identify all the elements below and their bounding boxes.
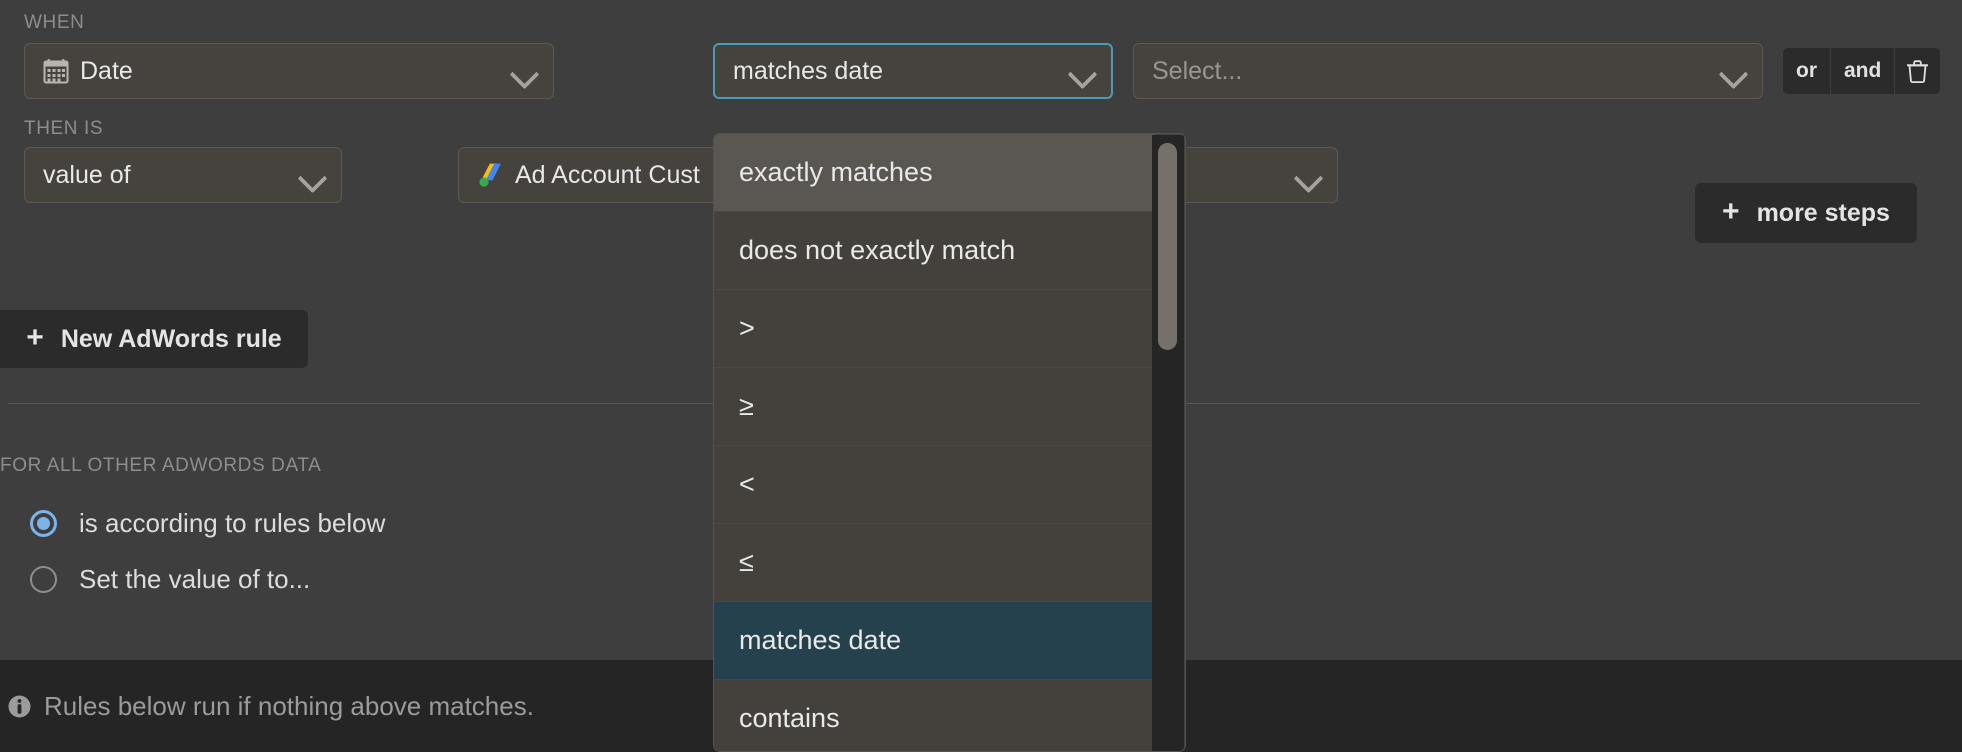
- rule-builder-panel: WHEN Date matches date Select... or and …: [0, 0, 1962, 752]
- dropdown-option-less-or-equal[interactable]: ≤: [714, 524, 1155, 602]
- more-steps-button[interactable]: + more steps: [1695, 183, 1917, 243]
- calendar-icon: [43, 58, 69, 84]
- when-operator-select[interactable]: matches date: [713, 43, 1113, 99]
- new-adwords-rule-button[interactable]: + New AdWords rule: [0, 310, 308, 368]
- plus-icon: +: [1722, 195, 1740, 228]
- then-mode-select[interactable]: value of: [24, 147, 342, 203]
- other-data-section-label: FOR ALL OTHER ADWORDS DATA: [0, 455, 322, 476]
- when-dimension-select[interactable]: Date: [24, 43, 554, 99]
- dropdown-option-label: contains: [739, 703, 840, 733]
- dropdown-option-contains[interactable]: contains: [714, 680, 1155, 751]
- bottom-info-text: Rules below run if nothing above matches…: [44, 690, 534, 721]
- operator-dropdown-list: exactly matches does not exactly match >…: [714, 134, 1155, 751]
- new-adwords-rule-label: New AdWords rule: [60, 324, 282, 353]
- dropdown-option-label: <: [739, 469, 755, 499]
- dropdown-option-exactly-matches[interactable]: exactly matches: [714, 134, 1155, 212]
- dropdown-option-label: >: [739, 313, 755, 343]
- operator-dropdown-menu: exactly matches does not exactly match >…: [713, 133, 1186, 752]
- dropdown-option-does-not-exactly-match[interactable]: does not exactly match: [714, 212, 1155, 290]
- dropdown-option-matches-date[interactable]: matches date: [714, 602, 1155, 680]
- radio-label: Set the value of to...: [79, 564, 311, 594]
- dropdown-scrollbar-thumb[interactable]: [1158, 143, 1177, 350]
- google-ads-icon: [477, 161, 505, 189]
- or-button[interactable]: or: [1783, 48, 1831, 94]
- chevron-down-icon: [509, 56, 539, 86]
- then-mode-value: value of: [43, 160, 131, 189]
- dropdown-option-less-than[interactable]: <: [714, 446, 1155, 524]
- dropdown-option-label: exactly matches: [739, 157, 933, 187]
- dropdown-scrollbar-track[interactable]: [1152, 135, 1184, 751]
- dropdown-option-label: does not exactly match: [739, 235, 1016, 265]
- chevron-down-icon: [1067, 56, 1097, 86]
- dropdown-option-label: ≤: [739, 547, 754, 577]
- chevron-down-icon: [1718, 56, 1748, 86]
- radio-label: is according to rules below: [79, 508, 386, 538]
- radio-option-rules-below[interactable]: is according to rules below: [30, 508, 385, 539]
- info-icon: [8, 695, 31, 718]
- when-dimension-value: Date: [80, 56, 133, 85]
- radio-indicator[interactable]: [30, 566, 57, 593]
- trash-icon: [1907, 59, 1929, 83]
- dropdown-option-greater-than[interactable]: >: [714, 290, 1155, 368]
- when-operator-value: matches date: [733, 56, 884, 85]
- then-is-section-label: THEN IS: [24, 118, 104, 139]
- delete-condition-button[interactable]: [1895, 48, 1941, 94]
- condition-logic-group: or and: [1783, 48, 1941, 94]
- when-value-placeholder: Select...: [1152, 56, 1243, 85]
- when-value-select[interactable]: Select...: [1133, 43, 1763, 99]
- chevron-down-icon: [1293, 160, 1323, 190]
- and-button[interactable]: and: [1831, 48, 1896, 94]
- when-section-label: WHEN: [24, 12, 85, 33]
- radio-indicator[interactable]: [30, 510, 57, 537]
- radio-option-set-value[interactable]: Set the value of to...: [30, 564, 310, 595]
- dropdown-option-label: ≥: [739, 391, 754, 421]
- more-steps-label: more steps: [1756, 198, 1890, 227]
- dropdown-option-label: matches date: [739, 625, 902, 655]
- chevron-down-icon: [297, 160, 327, 190]
- dropdown-option-greater-or-equal[interactable]: ≥: [714, 368, 1155, 446]
- plus-icon: +: [26, 321, 44, 354]
